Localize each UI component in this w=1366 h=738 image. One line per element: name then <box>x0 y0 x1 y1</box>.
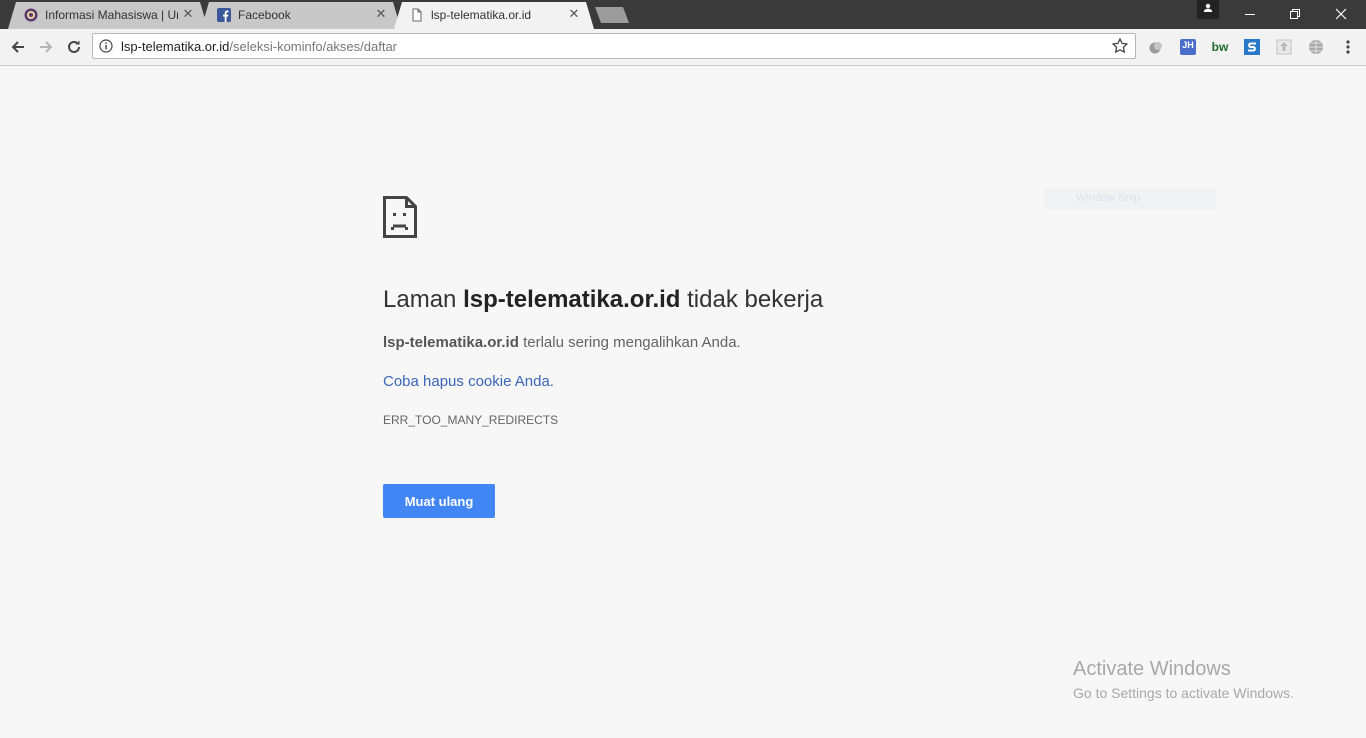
document-icon <box>412 8 422 22</box>
facebook-icon <box>217 8 231 22</box>
minimize-icon <box>1245 14 1255 15</box>
reload-button[interactable] <box>61 34 87 60</box>
bw-extension-icon[interactable]: bw <box>1211 38 1229 56</box>
tab-strip: Informasi Mahasiswa | Ur ✕ Facebook ✕ ls… <box>0 0 1366 29</box>
back-button[interactable] <box>5 34 31 60</box>
heading-suffix: tidak bekerja <box>687 286 824 313</box>
gray-extension-icon[interactable] <box>1147 38 1165 56</box>
browser-toolbar: lsp-telematika.or.id/seleksi-kominfo/aks… <box>0 29 1366 66</box>
close-icon[interactable]: ✕ <box>568 7 580 20</box>
close-icon <box>1335 8 1347 20</box>
jh-extension-label: JH <box>1182 40 1194 50</box>
profile-button[interactable] <box>1197 0 1219 19</box>
restore-button[interactable] <box>1272 0 1318 28</box>
restore-icon <box>1290 9 1300 19</box>
menu-button[interactable] <box>1339 38 1357 56</box>
summary-text: terlalu sering mengalihkan Anda. <box>523 334 741 351</box>
watermark-subtitle: Go to Settings to activate Windows. <box>1073 685 1294 701</box>
university-seal-icon <box>24 8 38 22</box>
sad-page-icon <box>383 196 417 238</box>
info-icon[interactable] <box>99 39 113 53</box>
tab-informasi-mahasiswa[interactable]: Informasi Mahasiswa | Ur ✕ <box>8 2 208 29</box>
s-extension-icon[interactable] <box>1243 38 1261 56</box>
url-host: lsp-telematika.or.id <box>121 39 230 54</box>
reload-page-button[interactable]: Muat ulang <box>383 484 495 518</box>
reload-icon <box>68 40 80 53</box>
new-tab-button[interactable] <box>595 7 629 23</box>
snip-overlay: Window Snip <box>1044 188 1216 210</box>
user-icon <box>1203 3 1213 12</box>
tab-facebook[interactable]: Facebook ✕ <box>201 2 401 29</box>
heading-prefix: Laman <box>383 286 457 313</box>
close-icon[interactable]: ✕ <box>182 7 194 20</box>
summary-host: lsp-telematika.or.id <box>383 334 519 351</box>
error-code: ERR_TOO_MANY_REDIRECTS <box>383 413 559 427</box>
upload-extension-icon[interactable] <box>1275 38 1293 56</box>
tab-title: Facebook <box>238 8 291 22</box>
error-heading: Laman lsp-telematika.or.id tidak bekerja <box>383 286 823 314</box>
arrow-right-icon <box>40 41 53 53</box>
heading-host: lsp-telematika.or.id <box>463 286 681 313</box>
activate-windows-watermark: Activate Windows Go to Settings to activ… <box>1073 658 1294 701</box>
error-summary: lsp-telematika.or.id terlalu sering meng… <box>383 334 741 351</box>
tab-lsp-telematika[interactable]: lsp-telematika.or.id ✕ <box>394 2 594 29</box>
clear-cookies-link[interactable]: Coba hapus cookie Anda. <box>383 373 554 390</box>
globe-extension-icon[interactable] <box>1307 38 1325 56</box>
watermark-title: Activate Windows <box>1073 658 1231 680</box>
tab-title: lsp-telematika.or.id <box>431 8 532 22</box>
minimize-button[interactable] <box>1227 0 1273 28</box>
snip-overlay-label: Window Snip <box>1076 192 1141 204</box>
close-icon[interactable]: ✕ <box>375 7 387 20</box>
jh-extension-icon[interactable]: JH <box>1179 38 1197 56</box>
error-page: Laman lsp-telematika.or.id tidak bekerja… <box>0 66 1366 738</box>
arrow-left-icon <box>11 41 24 53</box>
forward-button[interactable] <box>33 34 59 60</box>
address-bar[interactable]: lsp-telematika.or.id/seleksi-kominfo/aks… <box>92 33 1136 59</box>
tab-title: Informasi Mahasiswa | Ur <box>45 8 178 22</box>
kebab-menu-icon <box>1346 40 1350 54</box>
url-path: /seleksi-kominfo/akses/daftar <box>229 39 398 54</box>
bw-extension-label: bw <box>1211 40 1229 54</box>
bookmark-star-icon[interactable] <box>1111 37 1129 55</box>
url-text[interactable]: lsp-telematika.or.id/seleksi-kominfo/aks… <box>121 39 397 54</box>
close-window-button[interactable] <box>1318 0 1364 28</box>
